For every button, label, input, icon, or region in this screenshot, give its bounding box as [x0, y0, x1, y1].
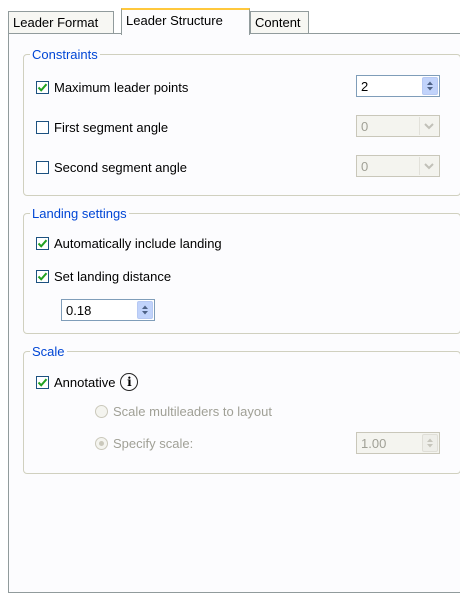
second-segment-angle-dropdown[interactable]: 0 [356, 155, 440, 177]
second-segment-angle-label: Second segment angle [54, 159, 187, 175]
max-leader-points-value: 2 [361, 79, 369, 94]
scale-to-layout-label: Scale multileaders to layout [113, 403, 272, 419]
max-leader-points-checkbox[interactable] [36, 80, 49, 94]
tab-content-label: Content [255, 15, 301, 30]
info-icon[interactable]: i [120, 373, 139, 391]
specify-scale-value: 1.00 [361, 436, 387, 451]
first-segment-angle-checkbox[interactable] [36, 120, 49, 134]
annotative-row: Annotative i [36, 372, 139, 392]
auto-include-landing-checkbox[interactable] [36, 236, 49, 250]
chevron-down-icon[interactable] [419, 117, 438, 135]
check-icon [37, 239, 48, 248]
max-leader-points-label: Maximum leader points [54, 79, 189, 95]
spinner-arrows-icon[interactable] [422, 434, 438, 452]
scale-to-layout-row: Scale multileaders to layout [95, 401, 272, 421]
max-leader-points-spinner[interactable]: 2 [356, 75, 440, 97]
specify-scale-spinner[interactable]: 1.00 [356, 432, 440, 454]
check-icon [37, 378, 48, 387]
spinner-arrows-icon[interactable] [137, 301, 153, 319]
tab-leader-structure-label: Leader Structure [126, 13, 223, 28]
landing-settings-legend: Landing settings [32, 206, 127, 221]
first-segment-angle-value: 0 [361, 119, 369, 134]
landing-distance-spinner[interactable]: 0.18 [61, 299, 155, 321]
first-segment-angle-label: First segment angle [54, 119, 169, 135]
set-landing-distance-row: Set landing distance [36, 266, 171, 286]
landing-distance-value: 0.18 [66, 303, 92, 318]
second-segment-angle-checkbox[interactable] [36, 160, 49, 174]
spinner-arrows-icon[interactable] [422, 77, 438, 95]
specify-scale-row: Specify scale: [95, 433, 193, 453]
annotative-checkbox[interactable] [36, 375, 49, 389]
auto-include-landing-label: Automatically include landing [54, 235, 222, 251]
set-landing-distance-checkbox[interactable] [36, 269, 49, 283]
chevron-down-icon[interactable] [419, 157, 438, 175]
scale-legend: Scale [32, 344, 65, 359]
auto-include-landing-row: Automatically include landing [36, 233, 222, 253]
annotative-label: Annotative [54, 374, 116, 390]
tab-leader-format[interactable]: Leader Format [8, 11, 114, 33]
tab-leader-format-label: Leader Format [13, 15, 99, 30]
first-segment-angle-row: First segment angle [36, 117, 168, 137]
scale-to-layout-radio[interactable] [95, 404, 108, 418]
specify-scale-label: Specify scale: [113, 435, 194, 451]
check-icon [37, 83, 48, 92]
specify-scale-radio[interactable] [95, 436, 108, 450]
check-icon [37, 272, 48, 281]
constraints-legend: Constraints [32, 47, 98, 62]
first-segment-angle-dropdown[interactable]: 0 [356, 115, 440, 137]
max-leader-points-row: Maximum leader points [36, 77, 188, 97]
tab-content[interactable]: Content [250, 11, 309, 33]
set-landing-distance-label: Set landing distance [54, 268, 172, 284]
tab-leader-structure[interactable]: Leader Structure [121, 8, 250, 35]
second-segment-angle-value: 0 [361, 159, 369, 174]
second-segment-angle-row: Second segment angle [36, 157, 187, 177]
